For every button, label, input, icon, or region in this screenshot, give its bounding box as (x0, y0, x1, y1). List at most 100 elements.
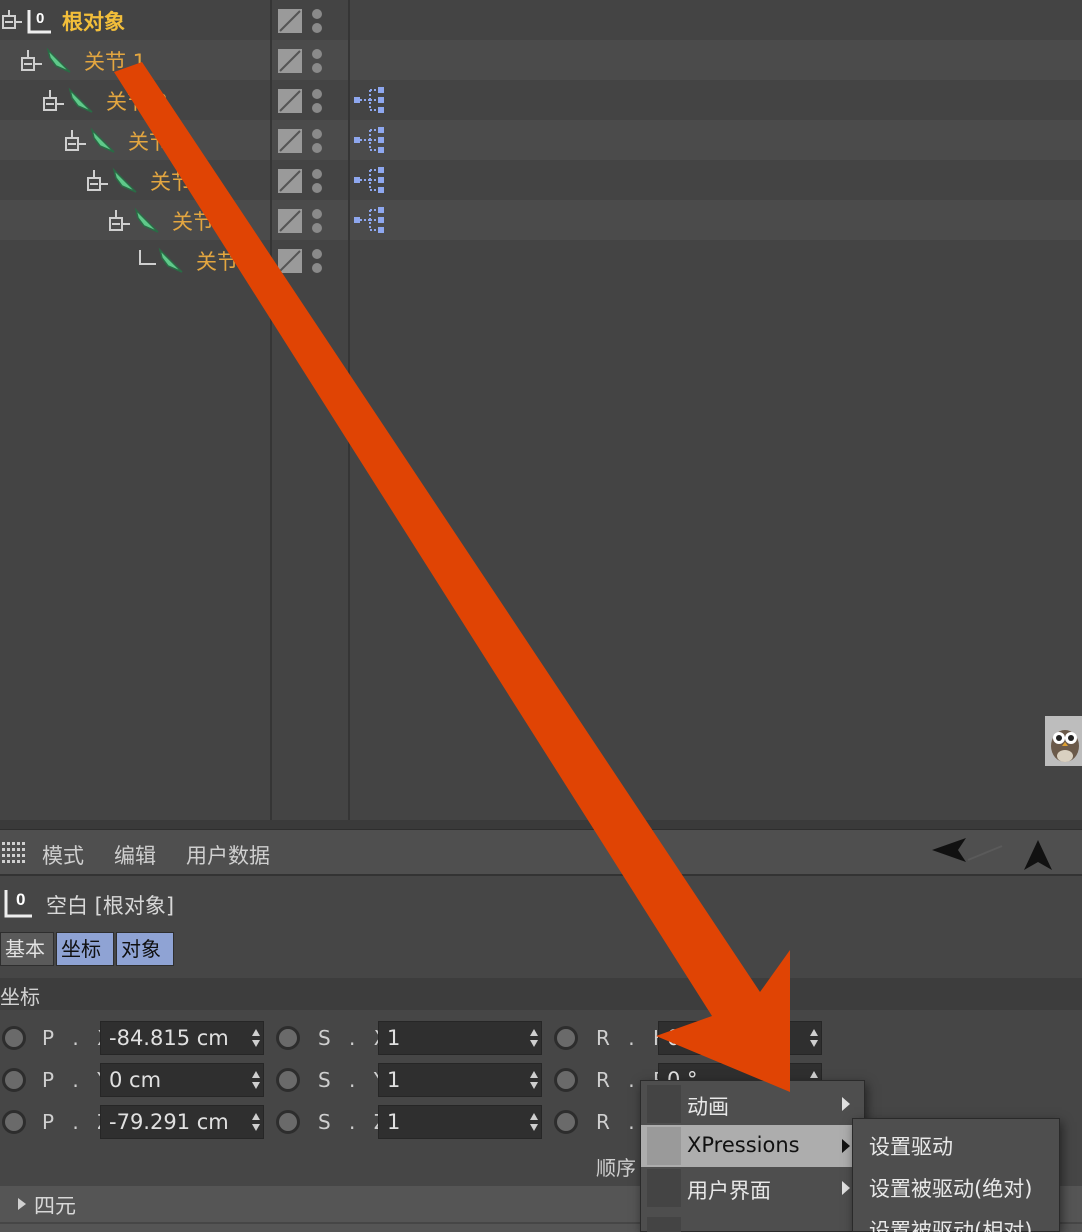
pos-x-input[interactable]: -84.815 cm (100, 1021, 264, 1055)
object-title: 空白 [根对象] (46, 894, 175, 918)
menu-item-label: XPressions (687, 1133, 800, 1157)
menu-user-data[interactable]: 用户数据 (186, 840, 270, 870)
object-name[interactable]: 关节 2 (106, 86, 168, 116)
tab-object[interactable]: 对象 (116, 932, 174, 966)
menu-item-label: 设置被驱动(相对) (869, 1219, 1033, 1232)
stepper-icon[interactable] (809, 1028, 819, 1048)
keyframe-radio[interactable] (2, 1068, 26, 1092)
joint-icon (46, 47, 71, 73)
visibility-dots-icon[interactable] (311, 248, 323, 274)
object-name[interactable]: 关节 3 (128, 126, 190, 156)
xpressions-submenu: 设置驱动 设置被驱动(绝对) 设置被驱动(相对) (852, 1118, 1060, 1232)
joint-icon (112, 167, 137, 193)
tree-row-joint-4[interactable]: 关节 4 (0, 160, 1082, 200)
object-name[interactable]: 关节 5 (172, 206, 234, 236)
menu-item-user-interface[interactable]: 用户界面 (641, 1167, 864, 1209)
tree-row-root[interactable]: 0 根对象 (0, 0, 1082, 40)
hierarchy-branch-icon[interactable] (20, 50, 42, 72)
rotation-order-label: 顺序 (596, 1156, 636, 1180)
scale-z-input[interactable]: 1 (378, 1105, 542, 1139)
visibility-dots-icon[interactable] (311, 128, 323, 154)
menu-item-label: 设置驱动 (869, 1135, 953, 1159)
tab-basic[interactable]: 基本 (0, 932, 54, 966)
menu-item-more[interactable] (641, 1215, 864, 1232)
keyframe-radio[interactable] (276, 1110, 300, 1134)
layer-icon[interactable] (278, 89, 302, 113)
ik-tag-icon[interactable] (352, 124, 388, 156)
menu-gutter (647, 1085, 681, 1123)
hierarchy-branch-icon (139, 250, 156, 265)
menu-item-animation[interactable]: 动画 (641, 1083, 864, 1125)
tree-row-joint-2[interactable]: 关节 2 (0, 80, 1082, 120)
menu-gutter (647, 1169, 681, 1207)
stepper-icon[interactable] (529, 1028, 539, 1048)
column-separator[interactable] (348, 0, 350, 820)
stepper-icon[interactable] (529, 1112, 539, 1132)
object-name[interactable]: 关节 6 (196, 246, 258, 276)
expand-triangle-icon[interactable] (18, 1198, 26, 1210)
hierarchy-branch-icon[interactable] (108, 210, 130, 232)
tree-row-joint-6[interactable]: 关节 6 (0, 240, 1082, 280)
layer-icon[interactable] (278, 9, 302, 33)
menu-mode[interactable]: 模式 (42, 840, 84, 870)
layer-icon[interactable] (278, 129, 302, 153)
panel-divider[interactable] (0, 820, 1082, 830)
tree-row-joint-5[interactable]: 关节 5 (0, 200, 1082, 240)
menu-item-set-driven-relative[interactable]: 设置被驱动(相对) (853, 1207, 1059, 1232)
keyframe-radio[interactable] (276, 1026, 300, 1050)
menu-edit[interactable]: 编辑 (114, 840, 156, 870)
ik-tag-icon[interactable] (352, 164, 388, 196)
visibility-dots-icon[interactable] (311, 88, 323, 114)
joint-icon (134, 207, 159, 233)
visibility-dots-icon[interactable] (311, 168, 323, 194)
keyframe-radio[interactable] (2, 1110, 26, 1134)
stepper-icon[interactable] (529, 1070, 539, 1090)
menu-item-set-driven-absolute[interactable]: 设置被驱动(绝对) (853, 1165, 1059, 1207)
rot-h-input[interactable]: 0 ° (658, 1021, 822, 1055)
layer-icon[interactable] (278, 49, 302, 73)
layer-icon[interactable] (278, 169, 302, 193)
menu-item-set-driver[interactable]: 设置驱动 (853, 1123, 1059, 1165)
object-name[interactable]: 关节 1 (84, 46, 146, 76)
pos-z-input[interactable]: -79.291 cm (100, 1105, 264, 1139)
hierarchy-branch-icon[interactable] (64, 130, 86, 152)
ik-tag-icon[interactable] (352, 204, 388, 236)
joint-icon (68, 87, 93, 113)
visibility-dots-icon[interactable] (311, 48, 323, 74)
keyframe-radio[interactable] (276, 1068, 300, 1092)
nav-up-icon[interactable] (1022, 838, 1054, 872)
scale-x-input[interactable]: 1 (378, 1021, 542, 1055)
keyframe-radio[interactable] (554, 1110, 578, 1134)
menu-item-label: 设置被驱动(绝对) (869, 1177, 1033, 1201)
menu-item-xpressions[interactable]: XPressions (641, 1125, 864, 1167)
grid-icon[interactable] (2, 842, 26, 864)
visibility-dots-icon[interactable] (311, 8, 323, 34)
hierarchy-branch-icon[interactable] (0, 10, 22, 32)
stepper-icon[interactable] (251, 1028, 261, 1048)
tab-coord[interactable]: 坐标 (56, 932, 114, 966)
hierarchy-branch-icon[interactable] (42, 90, 64, 112)
keyframe-radio[interactable] (554, 1026, 578, 1050)
owl-avatar-icon[interactable] (1045, 716, 1082, 766)
null-object-icon: 0 (27, 10, 51, 34)
scale-y-input[interactable]: 1 (378, 1063, 542, 1097)
layer-icon[interactable] (278, 249, 302, 273)
object-name[interactable]: 关节 4 (150, 166, 212, 196)
visibility-dots-icon[interactable] (311, 208, 323, 234)
nav-back-icon[interactable] (930, 836, 1004, 874)
stepper-icon[interactable] (251, 1070, 261, 1090)
column-separator[interactable] (270, 0, 272, 820)
keyframe-radio[interactable] (554, 1068, 578, 1092)
object-manager: 0 根对象 关节 1 关节 2 关节 3 关节 4 关节 5 关节 6 (0, 0, 1082, 820)
null-object-icon: 0 (4, 890, 32, 918)
object-name[interactable]: 根对象 (62, 6, 125, 36)
layer-icon[interactable] (278, 209, 302, 233)
tree-row-joint-1[interactable]: 关节 1 (0, 40, 1082, 80)
tree-row-joint-3[interactable]: 关节 3 (0, 120, 1082, 160)
keyframe-radio[interactable] (2, 1026, 26, 1050)
ik-tag-icon[interactable] (352, 84, 388, 116)
pos-y-input[interactable]: 0 cm (100, 1063, 264, 1097)
stepper-icon[interactable] (251, 1112, 261, 1132)
hierarchy-branch-icon[interactable] (86, 170, 108, 192)
svg-text:0: 0 (36, 10, 44, 27)
